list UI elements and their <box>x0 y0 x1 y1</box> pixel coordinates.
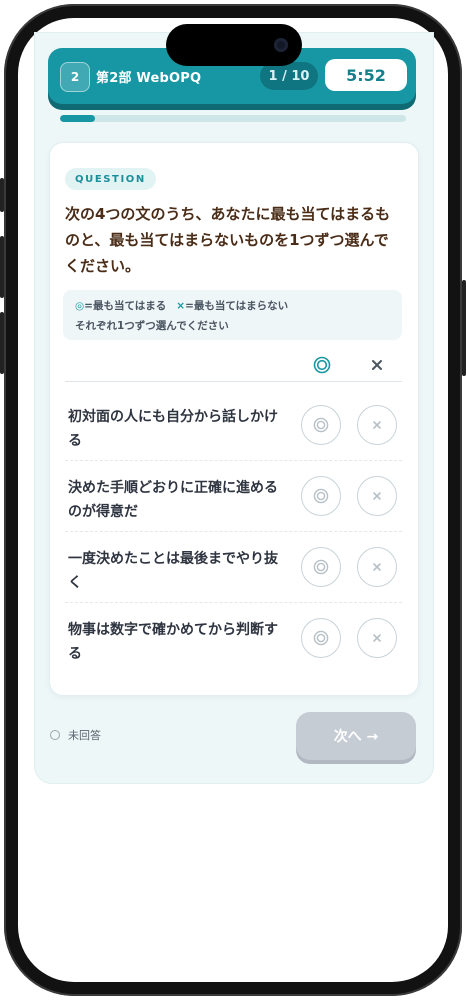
most-applicable-button[interactable] <box>301 547 341 587</box>
question-text: 次の4つの文のうち、あなたに最も当てはまるものと、最も当てはまらないものを1つず… <box>65 205 391 275</box>
row-divider <box>65 460 402 461</box>
legend-best-symbol: ◎ <box>75 300 85 312</box>
side-button-power <box>462 280 466 376</box>
answer-status: 未回答 <box>50 727 101 743</box>
most-applicable-button[interactable] <box>301 476 341 516</box>
cross-icon <box>373 634 381 642</box>
legend-instruction: それぞれ1つずつ選んでください <box>75 320 229 332</box>
least-applicable-button[interactable] <box>357 405 397 445</box>
countdown-timer: 5:52 <box>325 59 407 91</box>
progress-bar <box>60 115 406 122</box>
cross-icon <box>373 421 381 429</box>
least-applicable-button[interactable] <box>357 547 397 587</box>
question-counter: 1 / 10 <box>260 62 318 90</box>
side-button-volume-down <box>0 312 4 374</box>
legend-worst-symbol: × <box>176 300 186 312</box>
question-tag: QUESTION <box>65 168 156 190</box>
side-button-volume-up <box>0 236 4 298</box>
column-divider <box>65 381 402 382</box>
side-button-action <box>0 178 4 212</box>
statement-text: 一度決めたことは最後までやり抜く <box>68 551 278 591</box>
double-circle-icon <box>313 559 329 575</box>
camera-icon <box>274 38 288 52</box>
statement-text: 決めた手順どおりに正確に進めるのが得意だ <box>68 480 278 520</box>
statement-row: 決めた手順どおりに正確に進めるのが得意だ <box>65 462 402 532</box>
most-applicable-button[interactable] <box>301 618 341 658</box>
legend-best-text: =最も当てはまる <box>84 300 167 312</box>
unanswered-indicator-icon <box>50 730 60 740</box>
cross-icon <box>373 492 381 500</box>
section-title: 第2部 WebOPQ <box>96 71 202 86</box>
statement-row: 物事は数字で確かめてから判断する <box>65 604 402 674</box>
legend-line: ◎=最も当てはまる ×=最も当てはまらない <box>75 298 288 313</box>
next-button[interactable]: 次へ → <box>296 712 416 760</box>
double-circle-icon <box>310 353 334 377</box>
section-number-badge: 2 <box>60 62 90 92</box>
statement-text: 初対面の人にも自分から話しかける <box>68 409 278 449</box>
statement-text: 物事は数字で確かめてから判断する <box>68 622 278 662</box>
answer-status-text: 未回答 <box>68 729 101 742</box>
statement-row: 一度決めたことは最後までやり抜く <box>65 533 402 603</box>
legend-worst-text: =最も当てはまらない <box>185 300 289 312</box>
least-applicable-button[interactable] <box>357 618 397 658</box>
dynamic-island <box>166 24 302 66</box>
cross-icon <box>365 353 389 377</box>
most-applicable-button[interactable] <box>301 405 341 445</box>
row-divider <box>65 602 402 603</box>
double-circle-icon <box>313 630 329 646</box>
progress-bar-fill <box>60 115 95 122</box>
legend-box: ◎=最も当てはまる ×=最も当てはまらない それぞれ1つずつ選んでください <box>63 290 402 340</box>
double-circle-icon <box>313 488 329 504</box>
statement-row: 初対面の人にも自分から話しかける <box>65 391 402 461</box>
cross-icon <box>373 563 381 571</box>
least-applicable-button[interactable] <box>357 476 397 516</box>
double-circle-icon <box>313 417 329 433</box>
row-divider <box>65 531 402 532</box>
question-card: QUESTION 次の4つの文のうち、あなたに最も当てはまるものと、最も当てはま… <box>49 142 419 696</box>
